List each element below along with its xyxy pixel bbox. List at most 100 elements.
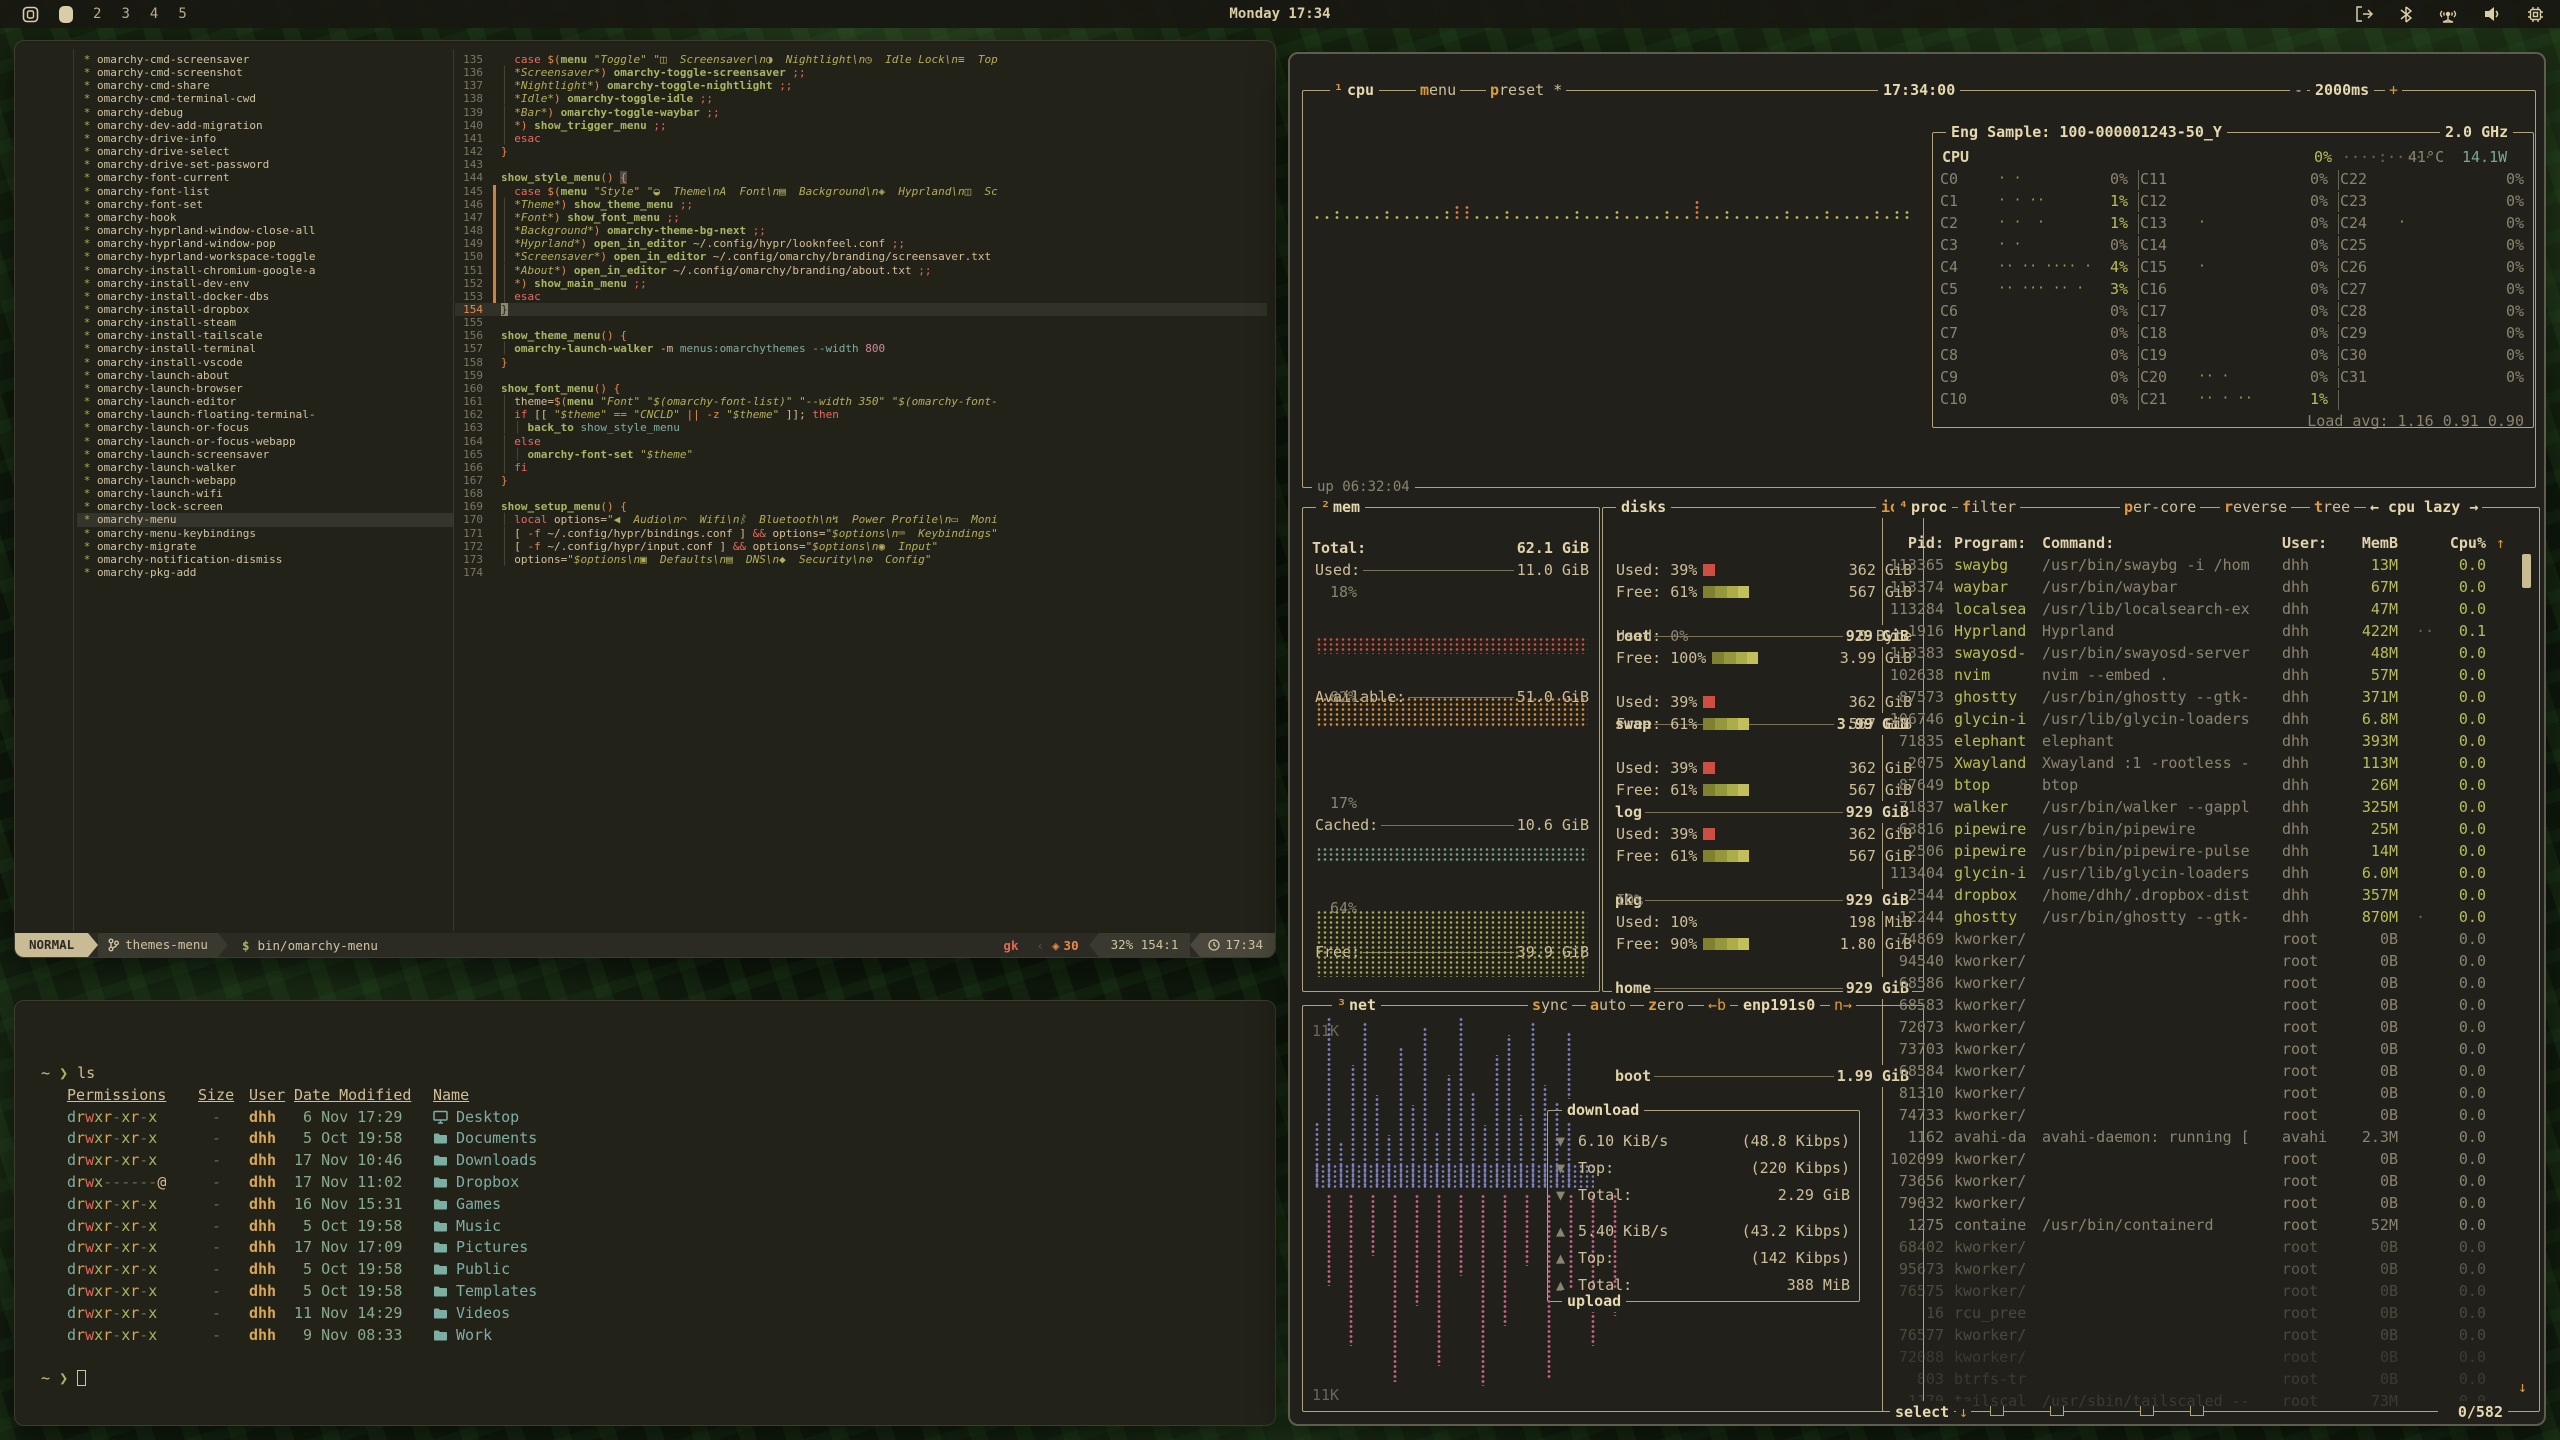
- file-item[interactable]: *omarchy-launch-webapp: [77, 474, 453, 487]
- code-pane[interactable]: 135 case $(menu "Toggle" "◫ Screensaver\…: [455, 53, 1267, 579]
- process-row[interactable]: 113365swaybg/usr/bin/swaybg -i /homdhh13…: [1882, 554, 2530, 576]
- interval-minus-button[interactable]: -: [2290, 79, 2307, 101]
- net-zero-button[interactable]: zero: [1644, 994, 1688, 1016]
- file-item[interactable]: *omarchy-launch-wifi: [77, 487, 453, 500]
- interval-plus-button[interactable]: +: [2385, 79, 2402, 101]
- process-row[interactable]: 102099kworker/root0B0.0: [1882, 1148, 2530, 1170]
- file-item[interactable]: *omarchy-install-dev-env: [77, 277, 453, 290]
- process-row[interactable]: 71837walker/usr/bin/walker --gappldhh325…: [1882, 796, 2530, 818]
- process-row[interactable]: 81310kworker/root0B0.0: [1882, 1082, 2530, 1104]
- net-iface-next-button[interactable]: n→: [1830, 994, 1856, 1016]
- file-item[interactable]: *omarchy-install-dropbox: [77, 303, 453, 316]
- process-row[interactable]: 94540kworker/root0B0.0: [1882, 950, 2530, 972]
- filter-button[interactable]: filter: [1958, 496, 2020, 518]
- process-row[interactable]: 106746glycin-i/usr/lib/glycin-loadersdhh…: [1882, 708, 2530, 730]
- file-item[interactable]: *omarchy-hyprland-workspace-toggle: [77, 250, 453, 263]
- file-item[interactable]: *omarchy-cmd-terminal-cwd: [77, 92, 453, 105]
- process-row[interactable]: 12244ghostty/usr/bin/ghostty --gtk-dhh87…: [1882, 906, 2530, 928]
- process-row[interactable]: 2506pipewire/usr/bin/pipewire-pulsedhh14…: [1882, 840, 2530, 862]
- process-row[interactable]: 113383swayosd-/usr/bin/swayosd-serverdhh…: [1882, 642, 2530, 664]
- file-item[interactable]: *omarchy-launch-or-focus: [77, 421, 453, 434]
- net-iface-prev-button[interactable]: ←b: [1704, 994, 1730, 1016]
- net-sync-button[interactable]: sync: [1528, 994, 1572, 1016]
- file-item[interactable]: *omarchy-lock-screen: [77, 500, 453, 513]
- file-item[interactable]: *omarchy-install-docker-dbs: [77, 290, 453, 303]
- file-item[interactable]: *omarchy-install-chromium-google-a: [77, 264, 453, 277]
- process-row[interactable]: 102638nvimnvim --embed .dhh57M0.0: [1882, 664, 2530, 686]
- file-item[interactable]: *omarchy-install-terminal: [77, 342, 453, 355]
- proc-scroll-down-arrow[interactable]: ↓: [2518, 1376, 2527, 1398]
- process-row[interactable]: 68583kworker/root0B0.0: [1882, 994, 2530, 1016]
- file-item[interactable]: *omarchy-cmd-share: [77, 79, 453, 92]
- proc-scrollbar[interactable]: [2522, 554, 2531, 588]
- process-row[interactable]: 87649btopbtopdhh26M0.0: [1882, 774, 2530, 796]
- process-row[interactable]: 63816pipewire/usr/bin/pipewiredhh25M0.0: [1882, 818, 2530, 840]
- file-item[interactable]: *omarchy-font-set: [77, 198, 453, 211]
- process-row[interactable]: 2075XwaylandXwayland :1 -rootless -dhh11…: [1882, 752, 2530, 774]
- select-arrow[interactable]: ↓: [1956, 1401, 1971, 1423]
- file-item[interactable]: *omarchy-launch-editor: [77, 395, 453, 408]
- file-item[interactable]: *omarchy-install-vscode: [77, 356, 453, 369]
- process-row[interactable]: 72088kworker/root0B0.0: [1882, 1346, 2530, 1368]
- file-item[interactable]: *omarchy-drive-select: [77, 145, 453, 158]
- file-item[interactable]: *omarchy-hyprland-window-pop: [77, 237, 453, 250]
- process-row[interactable]: 79032kworker/root0B0.0: [1882, 1192, 2530, 1214]
- file-item[interactable]: *omarchy-migrate: [77, 540, 453, 553]
- process-row[interactable]: 1170tailscal/usr/sbin/tailscaled --root7…: [1882, 1390, 2530, 1412]
- sort-column-selector[interactable]: ← cpu lazy →: [2366, 496, 2482, 518]
- process-row[interactable]: 1916HyprlandHyprlanddhh422M··0.1: [1882, 620, 2530, 642]
- terminal-window[interactable]: ~ ❯ lsPermissionsSizeUserDate ModifiedNa…: [14, 1000, 1276, 1426]
- reverse-button[interactable]: reverse: [2220, 496, 2291, 518]
- process-row[interactable]: 16rcu_preeroot0B0.0: [1882, 1302, 2530, 1324]
- process-row[interactable]: 113404glycin-i/usr/lib/glycin-loadersdhh…: [1882, 862, 2530, 884]
- file-item[interactable]: *omarchy-menu-keybindings: [77, 527, 453, 540]
- net-auto-button[interactable]: auto: [1586, 994, 1630, 1016]
- file-item[interactable]: *omarchy-launch-browser: [77, 382, 453, 395]
- process-row[interactable]: 76575kworker/root0B0.0: [1882, 1280, 2530, 1302]
- file-item[interactable]: *omarchy-launch-about: [77, 369, 453, 382]
- terminal-cursor[interactable]: [77, 1370, 86, 1386]
- file-item[interactable]: *omarchy-launch-walker: [77, 461, 453, 474]
- process-row[interactable]: 1162avahi-daavahi-daemon: running [avahi…: [1882, 1126, 2530, 1148]
- process-row[interactable]: 2544dropbox/home/dhh/.dropbox-distdhh357…: [1882, 884, 2530, 906]
- file-item[interactable]: *omarchy-drive-set-password: [77, 158, 453, 171]
- process-row[interactable]: 73703kworker/root0B0.0: [1882, 1038, 2530, 1060]
- process-row[interactable]: 72073kworker/root0B0.0: [1882, 1016, 2530, 1038]
- logout-icon[interactable]: [2355, 6, 2374, 22]
- process-row[interactable]: 803btrfs-trroot0B0.0: [1882, 1368, 2530, 1390]
- process-row[interactable]: 74869kworker/root0B0.0: [1882, 928, 2530, 950]
- process-row[interactable]: 73656kworker/root0B0.0: [1882, 1170, 2530, 1192]
- file-item[interactable]: *omarchy-notification-dismiss: [77, 553, 453, 566]
- preset-button[interactable]: preset *: [1486, 79, 1566, 101]
- process-row[interactable]: 68584kworker/root0B0.0: [1882, 1060, 2530, 1082]
- per-core-button[interactable]: per-core: [2120, 496, 2200, 518]
- file-item[interactable]: *omarchy-cmd-screensaver: [77, 53, 453, 66]
- network-icon[interactable]: [2438, 6, 2458, 23]
- file-item[interactable]: *omarchy-launch-floating-terminal-: [77, 408, 453, 421]
- process-row[interactable]: 68586kworker/root0B0.0: [1882, 972, 2530, 994]
- select-button[interactable]: select: [1890, 1401, 1954, 1423]
- file-item[interactable]: *omarchy-drive-info: [77, 132, 453, 145]
- file-item[interactable]: *omarchy-dev-add-migration: [77, 119, 453, 132]
- process-row[interactable]: 1275containe/usr/bin/containerdroot52M0.…: [1882, 1214, 2530, 1236]
- file-item[interactable]: *omarchy-debug: [77, 106, 453, 119]
- file-item[interactable]: *omarchy-launch-or-focus-webapp: [77, 435, 453, 448]
- process-row[interactable]: 87573ghostty/usr/bin/ghostty --gtk-dhh37…: [1882, 686, 2530, 708]
- file-item[interactable]: *omarchy-pkg-add: [77, 566, 453, 579]
- chip-icon[interactable]: [2527, 6, 2544, 23]
- file-item[interactable]: *omarchy-font-list: [77, 185, 453, 198]
- file-item[interactable]: *omarchy-font-current: [77, 171, 453, 184]
- bluetooth-icon[interactable]: [2400, 6, 2412, 23]
- process-row[interactable]: 71835elephantelephantdhh393M0.0: [1882, 730, 2530, 752]
- process-row[interactable]: 74733kworker/root0B0.0: [1882, 1104, 2530, 1126]
- file-item[interactable]: *omarchy-install-steam: [77, 316, 453, 329]
- file-item[interactable]: *omarchy-hook: [77, 211, 453, 224]
- tree-button[interactable]: tree: [2310, 496, 2354, 518]
- menu-button[interactable]: menu: [1416, 79, 1460, 101]
- file-item[interactable]: *omarchy-menu: [77, 513, 453, 526]
- volume-icon[interactable]: [2484, 6, 2501, 22]
- process-row[interactable]: 76577kworker/root0B0.0: [1882, 1324, 2530, 1346]
- process-row[interactable]: 113284localsea/usr/lib/localsearch-exdhh…: [1882, 598, 2530, 620]
- file-item[interactable]: *omarchy-hyprland-window-close-all: [77, 224, 453, 237]
- pane-divider[interactable]: [453, 49, 454, 931]
